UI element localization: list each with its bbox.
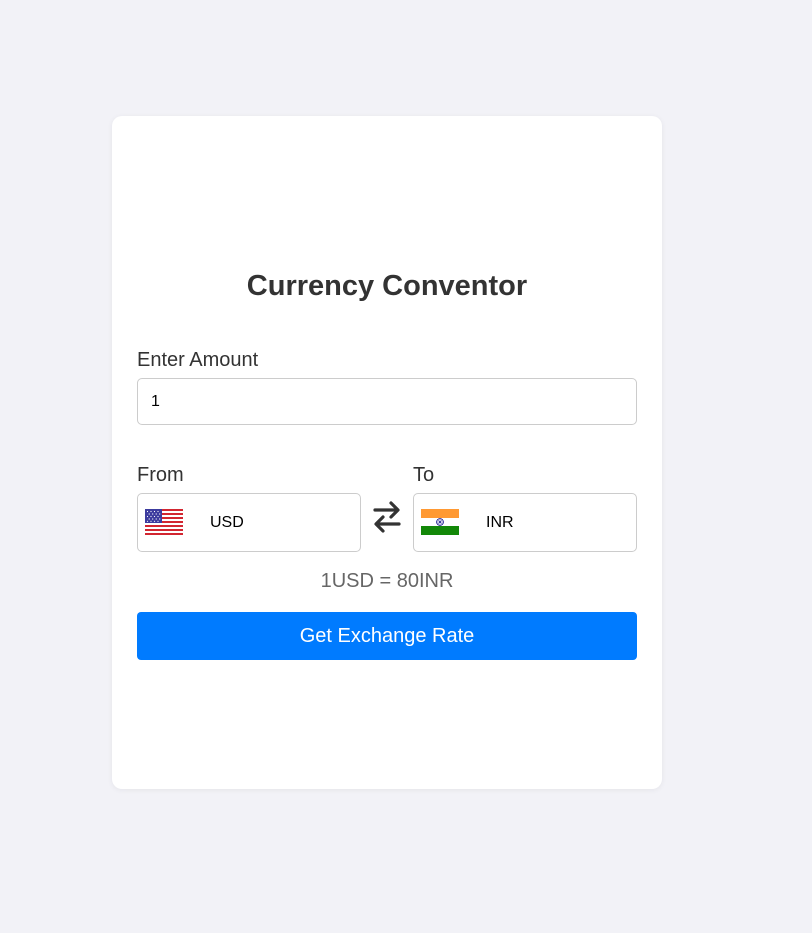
amount-input[interactable] [137,378,637,425]
from-currency-select[interactable]: USD [137,493,361,552]
to-label: To [413,464,435,486]
exchange-rate-text: 1USD = 80INR [320,570,454,592]
india-flag-icon [421,509,459,535]
from-label: From [137,464,184,486]
us-flag-icon [145,509,183,535]
to-currency-code: INR [486,514,514,531]
page-title: Currency Conventor [246,270,528,302]
to-currency-select[interactable]: INR [413,493,637,552]
get-exchange-rate-button[interactable]: Get Exchange Rate [137,612,637,660]
amount-label: Enter Amount [137,349,259,371]
converter-card: Currency Conventor Enter Amount From To … [112,116,662,789]
from-currency-code: USD [210,514,244,531]
swap-arrows-icon[interactable] [371,499,403,535]
